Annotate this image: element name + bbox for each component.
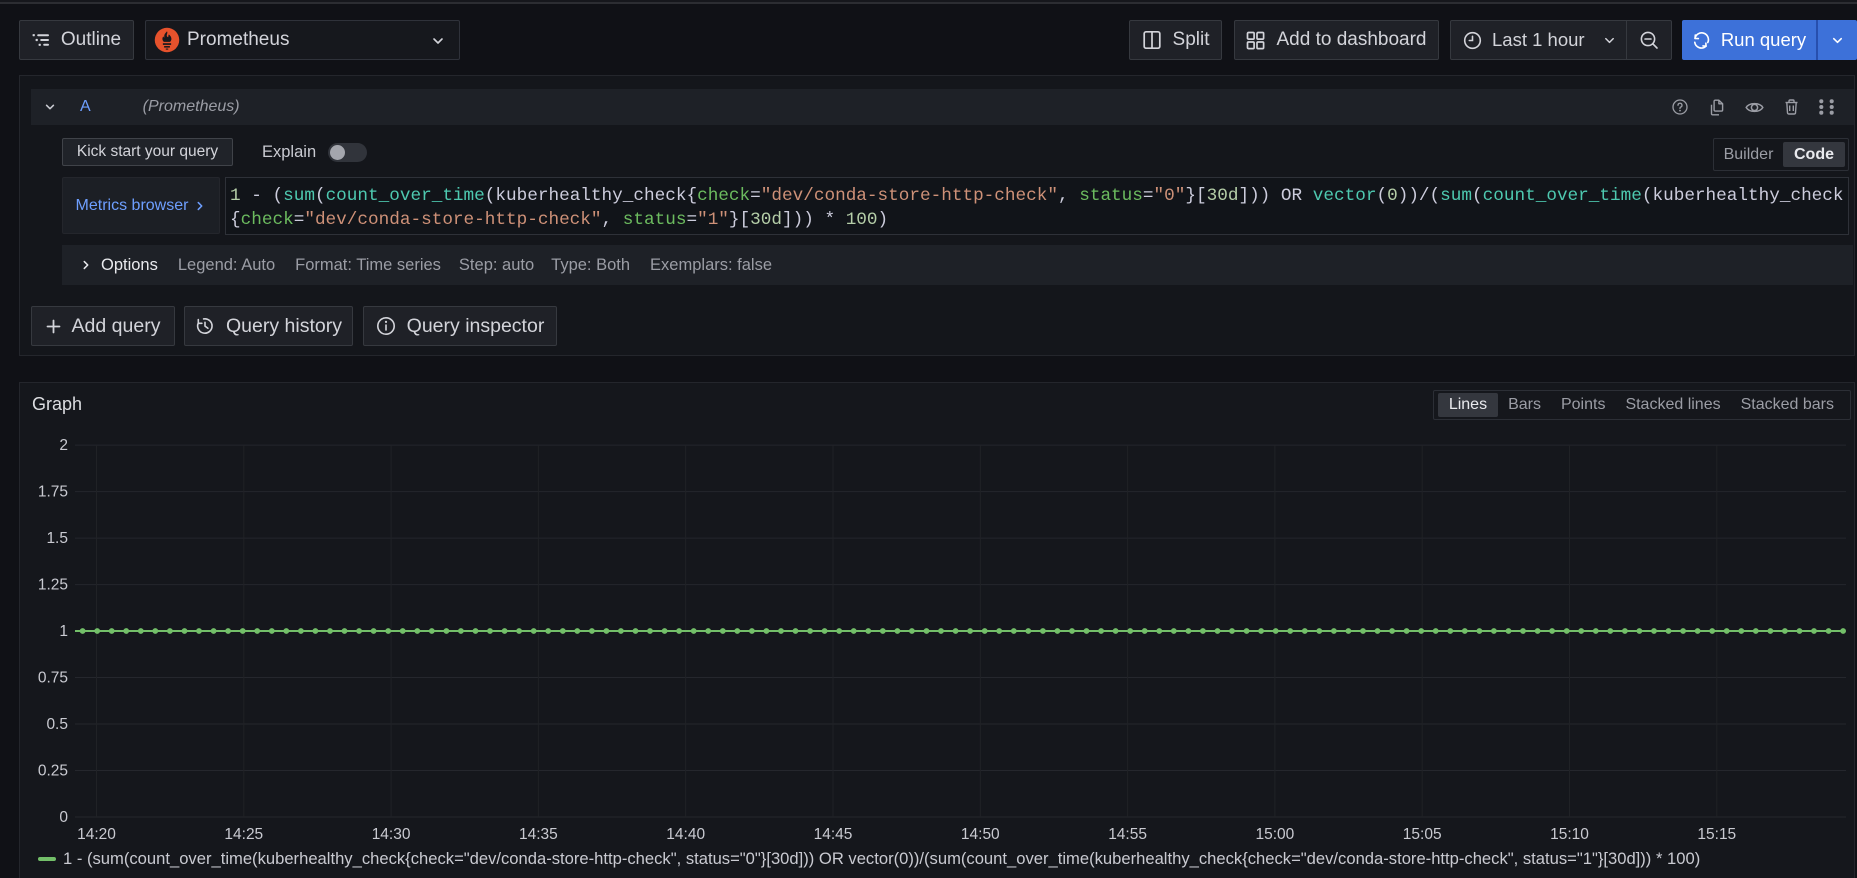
- svg-text:15:15: 15:15: [1697, 826, 1736, 843]
- svg-text:0.25: 0.25: [38, 763, 68, 780]
- svg-text:14:40: 14:40: [666, 826, 705, 843]
- svg-text:14:35: 14:35: [519, 826, 558, 843]
- svg-text:1: 1: [59, 623, 68, 640]
- svg-text:15:00: 15:00: [1256, 826, 1295, 843]
- svg-text:0.75: 0.75: [38, 670, 68, 687]
- svg-text:1.75: 1.75: [38, 484, 68, 501]
- svg-text:14:20: 14:20: [77, 826, 116, 843]
- svg-text:14:45: 14:45: [814, 826, 853, 843]
- svg-text:0: 0: [59, 809, 68, 826]
- svg-text:0.5: 0.5: [46, 716, 68, 733]
- svg-text:1.25: 1.25: [38, 577, 68, 594]
- svg-text:14:55: 14:55: [1108, 826, 1147, 843]
- svg-text:15:05: 15:05: [1403, 826, 1442, 843]
- svg-text:15:10: 15:10: [1550, 826, 1589, 843]
- svg-text:14:30: 14:30: [372, 826, 411, 843]
- svg-text:2: 2: [59, 437, 68, 454]
- svg-text:14:25: 14:25: [224, 826, 263, 843]
- svg-text:1.5: 1.5: [46, 530, 68, 547]
- svg-text:14:50: 14:50: [961, 826, 1000, 843]
